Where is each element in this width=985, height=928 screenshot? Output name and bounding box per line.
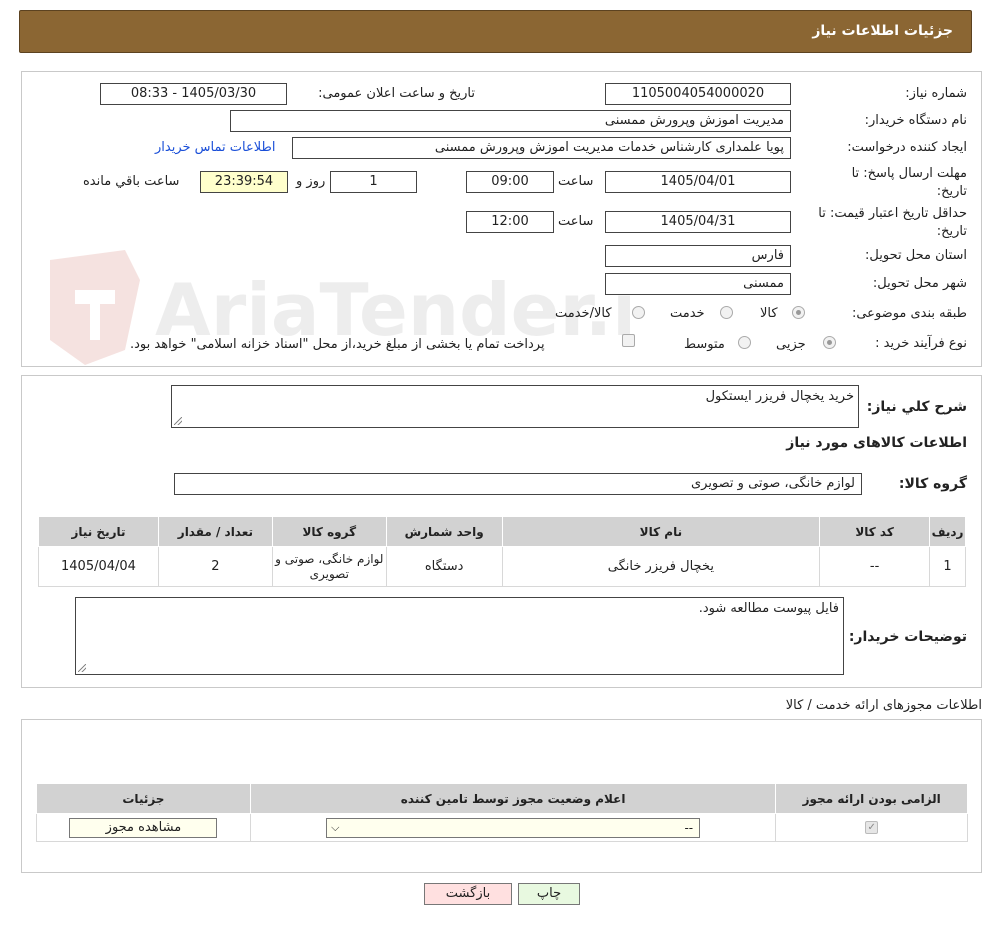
resize-grip-icon bbox=[174, 417, 182, 425]
process-option-medium: متوسط bbox=[684, 337, 725, 352]
back-button[interactable]: بازگشت bbox=[424, 883, 512, 905]
col-code: کد کالا bbox=[819, 516, 931, 547]
contact-buyer-link[interactable]: اطلاعات تماس خریدار bbox=[155, 140, 275, 155]
province-label: استان محل تحویل: bbox=[865, 248, 967, 263]
category-radio-service[interactable] bbox=[720, 306, 733, 319]
page-title: جزئیات اطلاعات نیاز bbox=[812, 23, 953, 39]
process-option-minor: جزیی bbox=[776, 337, 806, 352]
goods-table-header: ردیف کد کالا نام کالا واحد شمارش گروه کا… bbox=[38, 516, 966, 547]
cell-permit-status: -- ⌵ bbox=[249, 813, 777, 842]
reply-time-field: 09:00 bbox=[466, 171, 554, 193]
city-field: ممسنی bbox=[605, 273, 791, 295]
process-radio-medium[interactable] bbox=[738, 336, 751, 349]
cell-name: یخچال فریزر خانگی bbox=[501, 546, 821, 587]
summary-text: خرید یخچال فریزر ایستکول bbox=[705, 389, 854, 404]
buyer-notes-text: فایل پیوست مطالعه شود. bbox=[698, 601, 839, 616]
announce-field: 1405/03/30 - 08:33 bbox=[100, 83, 287, 105]
goods-group-field: لوازم خانگی، صوتی و تصویری bbox=[174, 473, 862, 495]
category-option-service: خدمت bbox=[670, 306, 705, 321]
reply-date-field: 1405/04/01 bbox=[605, 171, 791, 193]
col-permit-required: الزامی بودن ارائه مجوز bbox=[775, 783, 968, 814]
resize-grip-icon bbox=[78, 664, 86, 672]
summary-label: شرح کلي نیاز: bbox=[866, 399, 967, 415]
permit-status-select[interactable]: -- ⌵ bbox=[326, 817, 701, 838]
need-number-field: 1105004054000020 bbox=[605, 83, 791, 105]
chevron-down-icon: ⌵ bbox=[331, 820, 340, 834]
table-row: 1 -- یخچال فریزر خانگی دستگاه لوازم خانگ… bbox=[38, 546, 966, 587]
permits-table-header: الزامی بودن ارائه مجوز اعلام وضعیت مجوز … bbox=[36, 783, 968, 814]
permits-table: الزامی بودن ارائه مجوز اعلام وضعیت مجوز … bbox=[36, 783, 968, 842]
process-radio-minor[interactable] bbox=[823, 336, 836, 349]
days-field: 1 bbox=[330, 171, 417, 193]
remaining-label: ساعت باقي مانده bbox=[83, 174, 180, 189]
col-date: تاریخ نیاز bbox=[38, 516, 159, 547]
permit-required-checkbox[interactable]: ✓ bbox=[865, 821, 879, 834]
reply-deadline-label-2: تاریخ: bbox=[936, 184, 967, 199]
col-group: گروه کالا bbox=[271, 516, 387, 547]
category-radio-goods-service[interactable] bbox=[632, 306, 645, 319]
price-valid-label-2: تاریخ: bbox=[936, 224, 967, 239]
creator-label: ایجاد کننده درخواست: bbox=[847, 140, 967, 155]
province-field: فارس bbox=[605, 245, 791, 267]
reply-time-label: ساعت bbox=[558, 174, 594, 189]
col-qty: تعداد / مقدار bbox=[157, 516, 273, 547]
summary-textarea[interactable]: خرید یخچال فریزر ایستکول bbox=[171, 385, 859, 428]
category-option-goods: کالا bbox=[760, 306, 778, 321]
price-valid-date-field: 1405/04/31 bbox=[605, 211, 791, 233]
cell-permit-details: مشاهده مجوز bbox=[36, 813, 251, 842]
process-label: نوع فرآیند خرید : bbox=[875, 336, 967, 351]
cell-group: لوازم خانگی، صوتی و تصویری bbox=[271, 546, 387, 587]
buyer-org-label: نام دستگاه خریدار: bbox=[864, 113, 967, 128]
print-button[interactable]: چاپ bbox=[518, 883, 580, 905]
reply-deadline-label: مهلت ارسال پاسخ: تا bbox=[851, 166, 967, 181]
cell-date: 1405/04/04 bbox=[38, 546, 159, 587]
price-valid-time-field: 12:00 bbox=[466, 211, 554, 233]
price-valid-label: حداقل تاریخ اعتبار قیمت: تا bbox=[818, 206, 967, 221]
table-row: ✓ -- ⌵ مشاهده مجوز bbox=[36, 813, 968, 842]
view-permit-button[interactable]: مشاهده مجوز bbox=[69, 817, 218, 838]
buyer-org-field: مدیریت اموزش وپرورش ممسنی bbox=[230, 110, 791, 132]
cell-unit: دستگاه bbox=[385, 546, 503, 587]
price-valid-time-label: ساعت bbox=[558, 214, 594, 229]
buyer-notes-textarea[interactable]: فایل پیوست مطالعه شود. bbox=[75, 597, 844, 675]
col-row: ردیف bbox=[929, 516, 966, 547]
goods-info-title: اطلاعات کالاهای مورد نیاز bbox=[786, 435, 967, 451]
category-radio-goods[interactable] bbox=[792, 306, 805, 319]
category-label: طبقه بندی موضوعی: bbox=[851, 306, 967, 321]
col-permit-details: جزئیات bbox=[36, 783, 251, 814]
treasury-checkbox[interactable] bbox=[622, 334, 635, 347]
goods-group-label: گروه کالا: bbox=[898, 476, 967, 492]
col-permit-status: اعلام وضعیت مجوز توسط تامین کننده bbox=[249, 783, 777, 814]
cell-qty: 2 bbox=[157, 546, 273, 587]
col-name: نام کالا bbox=[501, 516, 821, 547]
goods-table: ردیف کد کالا نام کالا واحد شمارش گروه کا… bbox=[38, 516, 966, 587]
cell-row: 1 bbox=[929, 546, 966, 587]
cell-permit-required: ✓ bbox=[775, 813, 968, 842]
announce-label: تاریخ و ساعت اعلان عمومی: bbox=[318, 86, 475, 101]
cell-code: -- bbox=[819, 546, 931, 587]
buyer-notes-label: توضیحات خریدار: bbox=[848, 629, 967, 645]
treasury-note: پرداخت تمام یا بخشی از مبلغ خرید،از محل … bbox=[130, 337, 545, 352]
permit-status-value: -- bbox=[684, 820, 694, 835]
days-label: روز و bbox=[296, 174, 326, 189]
remaining-time-field: 23:39:54 bbox=[200, 171, 288, 193]
category-option-goods-service: کالا/خدمت bbox=[555, 306, 612, 321]
col-unit: واحد شمارش bbox=[385, 516, 503, 547]
city-label: شهر محل تحویل: bbox=[872, 276, 967, 291]
page-header: جزئیات اطلاعات نیاز bbox=[19, 10, 972, 53]
permits-title: اطلاعات مجوزهای ارائه خدمت / کالا bbox=[785, 698, 982, 713]
need-number-label: شماره نیاز: bbox=[905, 86, 967, 101]
creator-field: پویا علمداری کارشناس خدمات مدیریت اموزش … bbox=[292, 137, 791, 159]
